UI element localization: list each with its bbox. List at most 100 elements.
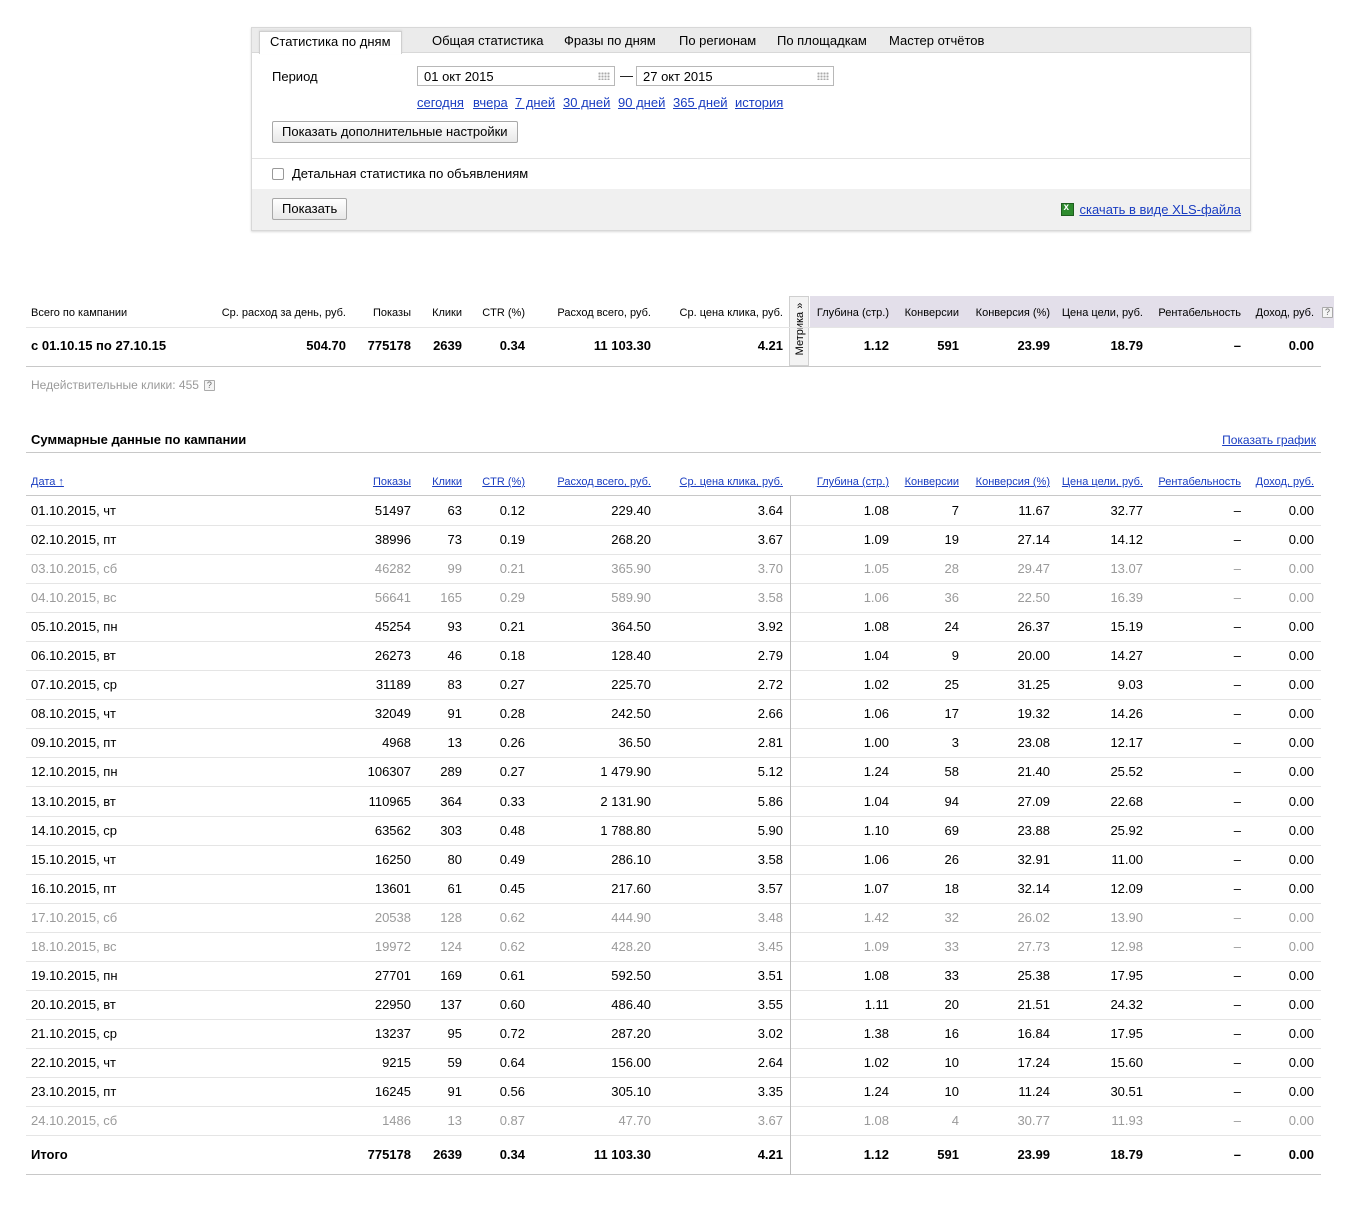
table-cell: 3.45 [757,939,783,954]
table-cell: 14.10.2015, ср [31,823,118,838]
quick-period-7-days[interactable]: 7 дней [515,95,555,110]
download-xls-link[interactable]: скачать в виде XLS-файла [1060,202,1242,217]
total-cell: Итого [31,1147,68,1162]
table-cell: 217.60 [611,881,651,896]
table-cell: 289 [440,764,462,779]
daily-column-header-sort[interactable]: CTR (%) [482,476,525,488]
tab-by-regions[interactable]: По регионам [679,33,756,48]
help-icon[interactable]: ? [203,379,215,391]
table-cell: 31189 [375,677,411,692]
table-cell: 16.10.2015, пт [31,881,117,896]
table-cell: 3.48 [757,910,783,925]
table-cell: 31.25 [1017,677,1050,692]
summary-cell: 11 103.30 [593,338,651,353]
tab-daily-stats[interactable]: Статистика по дням [259,31,402,54]
table-cell: 0.49 [499,852,525,867]
table-cell: 1.08 [863,968,889,983]
table-cell: 1.02 [863,1055,889,1070]
table-cell: 20.00 [1017,648,1050,663]
date-from-input[interactable]: 01 окт 2015 [417,66,615,86]
table-cell: 0.00 [1288,997,1314,1012]
summary-column-header: Клики [432,307,462,319]
table-cell: 3.64 [757,503,783,518]
table-cell: 0.00 [1288,503,1314,518]
table-cell: 29.47 [1017,561,1050,576]
summary-cell: 591 [937,338,959,353]
table-cell: 110965 [368,794,411,809]
detail-stats-checkbox[interactable] [272,167,284,180]
table-cell: 9215 [382,1055,411,1070]
divider [26,786,1321,787]
table-cell: 26273 [374,648,411,663]
daily-column-header-sort[interactable]: Клики [432,476,462,488]
divider [26,961,1321,962]
period-label: Период [272,69,318,84]
divider [26,757,1321,758]
summary-column-header: Конверсия (%) [975,307,1050,319]
daily-column-header-sort[interactable]: Расход всего, руб. [557,476,651,488]
quick-period-365-days[interactable]: 365 дней [673,95,728,110]
daily-column-header-sort[interactable]: Дата ↑ [31,476,64,488]
daily-column-header-sort[interactable]: Доход, руб. [1256,476,1314,488]
summary-column-header: Конверсии [904,307,959,319]
show-button[interactable]: Показать [272,198,348,220]
summary-column-header: Ср. расход за день, руб. [221,307,346,319]
date-to-input[interactable]: 27 окт 2015 [636,66,834,86]
download-xls-label: скачать в виде XLS-файла [1079,202,1242,217]
quick-period-yesterday[interactable]: вчера [473,95,508,110]
table-cell: 28 [944,561,959,576]
tab-phrases-by-day[interactable]: Фразы по дням [564,33,656,48]
table-cell: 3.58 [757,852,783,867]
table-cell: 0.62 [499,910,525,925]
table-cell: 0.27 [499,677,525,692]
table-cell: 26 [944,852,959,867]
table-cell: 0.00 [1288,532,1314,547]
table-cell: 1.07 [863,881,889,896]
table-cell: 63 [447,503,462,518]
quick-period-today[interactable]: сегодня [417,95,464,110]
daily-column-header-sort[interactable]: Конверсия (%) [976,476,1050,488]
daily-column-header-sort[interactable]: Конверсии [905,476,959,488]
daily-column-header-sort[interactable]: Цена цели, руб. [1062,476,1143,488]
table-cell: 25.52 [1110,764,1143,779]
daily-column-header-sort[interactable]: Рентабельность [1158,476,1241,488]
table-cell: 15.60 [1110,1055,1143,1070]
divider [26,495,1321,496]
calendar-icon[interactable] [598,72,610,80]
table-cell: 36 [944,590,959,605]
detail-stats-label[interactable]: Детальная статистика по объявлениям [292,166,528,181]
tab-by-sites[interactable]: По площадкам [777,33,867,48]
table-cell: 13601 [374,881,411,896]
table-cell: – [1233,1055,1241,1070]
calendar-icon[interactable] [817,72,829,80]
metrika-toggle-tab[interactable]: Метрика » [789,296,809,366]
divider [26,699,1321,700]
table-cell: 23.88 [1017,823,1050,838]
help-icon[interactable]: ? [1322,307,1333,318]
table-cell: 0.28 [499,706,525,721]
tab-report-wizard[interactable]: Мастер отчётов [889,33,984,48]
table-cell: 1.04 [863,794,889,809]
table-cell: 268.20 [611,532,651,547]
daily-column-header-sort[interactable]: Глубина (стр.) [817,476,889,488]
table-cell: 9 [951,648,959,663]
show-chart-link[interactable]: Показать график [1222,433,1316,447]
tab-general-stats[interactable]: Общая статистика [432,33,544,48]
table-cell: 1.09 [863,532,889,547]
daily-column-header-sort[interactable]: Показы [373,476,411,488]
quick-period-90-days[interactable]: 90 дней [618,95,665,110]
table-cell: – [1233,677,1241,692]
table-cell: 5.86 [757,794,783,809]
more-settings-button[interactable]: Показать дополнительные настройки [272,121,518,143]
table-cell: 0.29 [499,590,525,605]
table-cell: 0.00 [1288,590,1314,605]
quick-period-30-days[interactable]: 30 дней [563,95,610,110]
table-cell: 0.12 [499,503,525,518]
table-cell: 486.40 [611,997,651,1012]
table-cell: 27.14 [1017,532,1050,547]
quick-period-history[interactable]: история [735,95,783,110]
table-cell: 589.90 [611,590,651,605]
table-cell: 18.10.2015, вс [31,939,117,954]
daily-column-header-sort[interactable]: Ср. цена клика, руб. [680,476,783,488]
table-cell: 06.10.2015, вт [31,648,116,663]
